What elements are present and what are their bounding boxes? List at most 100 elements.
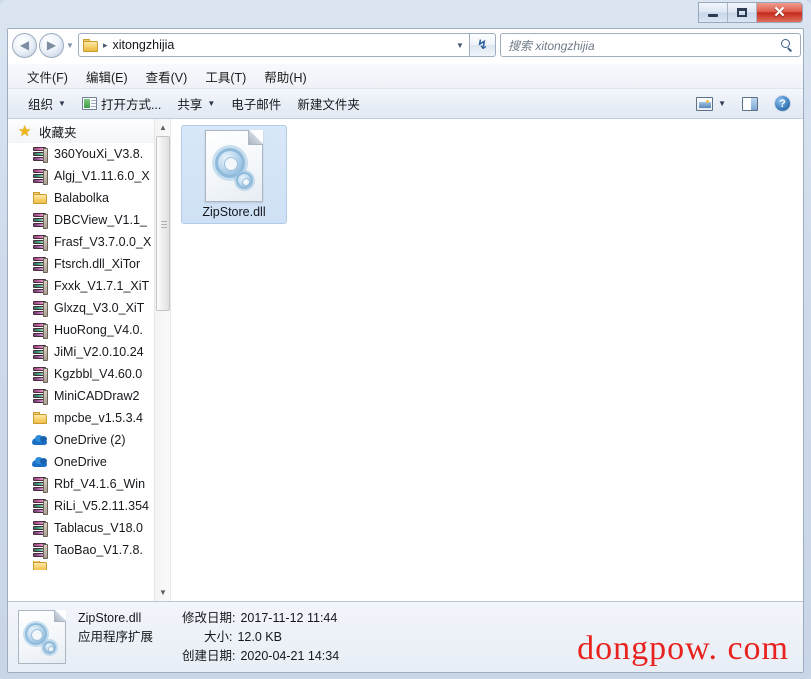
email-label: 电子邮件 (231, 98, 282, 112)
archive-icon (32, 256, 48, 273)
sidebar-item[interactable]: JiMi_V2.0.10.24 (8, 341, 170, 363)
archive-icon (32, 146, 48, 163)
sidebar-item[interactable]: HuoRong_V4.0. (8, 319, 170, 341)
sidebar-item-label: Balabolka (54, 191, 109, 205)
sidebar-item[interactable]: TaoBao_V1.7.8. (8, 539, 170, 561)
sidebar-item-label: Frasf_V3.7.0.0_X (54, 235, 152, 249)
command-toolbar: 组织 ▼ 打开方式... 共享 ▼ 电子邮件 新建文件夹 ▼ ? (8, 89, 803, 119)
new-folder-button[interactable]: 新建文件夹 (289, 90, 368, 117)
sidebar-scrollbar[interactable]: ▲ ▼ (154, 119, 170, 601)
nav-section-favorites[interactable]: ★ 收藏夹 (8, 119, 170, 143)
sidebar-item-label: HuoRong_V4.0. (54, 323, 143, 337)
sidebar-item[interactable]: DBCView_V1.1_ (8, 209, 170, 231)
menu-item-tools[interactable]: 工具(T) (196, 65, 255, 88)
scroll-down-button[interactable]: ▼ (155, 584, 170, 601)
sidebar-item[interactable]: Frasf_V3.7.0.0_X (8, 231, 170, 253)
details-size-value: 12.0 KB (237, 629, 282, 644)
dll-icon (205, 130, 263, 202)
open-with-icon (81, 97, 97, 110)
search-input[interactable]: 搜索 xitongzhijia (508, 37, 781, 54)
sidebar-item[interactable]: Ftsrch.dll_XiTor (8, 253, 170, 275)
file-item-zipstore[interactable]: ZipStore.dll (181, 125, 287, 224)
sidebar-item[interactable]: Tablacus_V18.0 (8, 517, 170, 539)
address-dropdown-icon[interactable]: ▼ (451, 33, 469, 57)
details-size-label: 大小: (204, 629, 233, 644)
open-with-button[interactable]: 打开方式... (74, 90, 169, 117)
details-row-created: 创建日期: 2020-04-21 14:34 (78, 647, 339, 666)
archive-icon (32, 168, 48, 185)
sidebar-item[interactable]: Algj_V1.11.6.0_X (8, 165, 170, 187)
address-bar[interactable]: ▸ xitongzhijia ▼ (78, 33, 470, 57)
archive-icon (32, 388, 48, 405)
minimize-icon (708, 14, 718, 17)
breadcrumb-separator-icon: ▸ (103, 39, 108, 50)
scroll-up-button[interactable]: ▲ (155, 119, 170, 136)
file-list-pane[interactable]: ZipStore.dll (171, 119, 803, 601)
sidebar-item-label: 360YouXi_V3.8. (54, 147, 144, 161)
organize-button[interactable]: 组织 ▼ (20, 90, 74, 117)
sidebar-item[interactable]: Balabolka (8, 187, 170, 209)
menu-item-help[interactable]: 帮助(H) (255, 65, 315, 88)
sidebar-item[interactable]: Kgzbbl_V4.60.0 (8, 363, 170, 385)
sidebar-item-label: RiLi_V5.2.11.354 (54, 499, 149, 513)
sidebar-item[interactable]: OneDrive (2) (8, 429, 170, 451)
sidebar-item-label: JiMi_V2.0.10.24 (54, 345, 144, 359)
preview-pane-button[interactable] (734, 93, 766, 115)
sidebar-item-label: Kgzbbl_V4.60.0 (54, 367, 143, 381)
share-button[interactable]: 共享 ▼ (169, 90, 223, 117)
details-file-type: 应用程序扩展 (78, 629, 154, 644)
sidebar-item-label: Fxxk_V1.7.1_XiT (54, 279, 150, 293)
back-button[interactable]: ◀ (12, 32, 37, 58)
cloud-icon (32, 455, 48, 469)
recent-locations-button[interactable]: ▼ (64, 33, 76, 58)
folder-icon (32, 561, 48, 570)
archive-icon (32, 476, 48, 493)
details-modified-value: 2017-11-12 11:44 (240, 610, 338, 625)
sidebar-item[interactable]: mpcbe_v1.5.3.4 (8, 407, 170, 429)
email-button[interactable]: 电子邮件 (223, 90, 289, 117)
navigation-bar: ◀ ▶ ▼ ▸ xitongzhijia ▼ ↯ 搜索 xitongzhijia (8, 30, 803, 60)
close-icon: ✕ (773, 4, 786, 21)
sidebar-item[interactable]: MiniCADDraw2 (8, 385, 170, 407)
refresh-button[interactable]: ↯ (470, 33, 496, 57)
breadcrumb-path[interactable]: xitongzhijia (113, 38, 175, 52)
file-name-label: ZipStore.dll (202, 205, 266, 219)
sidebar-item[interactable]: Glxzq_V3.0_XiT (8, 297, 170, 319)
scrollbar-thumb[interactable] (156, 136, 170, 311)
maximize-icon (737, 8, 747, 17)
cloud-icon (32, 433, 48, 447)
sidebar-item[interactable]: 360YouXi_V3.8. (8, 143, 170, 165)
sidebar-item-label: Rbf_V4.1.6_Win (54, 477, 146, 491)
folder-icon (32, 191, 48, 205)
sidebar-item[interactable]: RiLi_V5.2.11.354 (8, 495, 170, 517)
scrollbar-grip-icon (161, 220, 167, 228)
navigation-pane[interactable]: ★ 收藏夹 360YouXi_V3.8. Algj_V1.11.6.0_X Bala… (8, 119, 171, 601)
archive-icon (32, 278, 48, 295)
close-button[interactable]: ✕ (757, 3, 802, 22)
sidebar-item[interactable]: OneDrive (8, 451, 170, 473)
menu-item-file[interactable]: 文件(F) (18, 65, 77, 88)
sidebar-item-label: mpcbe_v1.5.3.4 (54, 411, 143, 425)
change-view-button[interactable]: ▼ (688, 93, 734, 115)
sidebar-item-label: MiniCADDraw2 (54, 389, 140, 403)
details-file-name: ZipStore.dll (78, 610, 142, 625)
menu-item-edit[interactable]: 编辑(E) (77, 65, 137, 88)
sidebar-item-partial[interactable] (8, 561, 170, 570)
archive-icon (32, 498, 48, 515)
maximize-button[interactable] (728, 3, 757, 22)
archive-icon (32, 322, 48, 339)
chevron-down-icon: ▼ (207, 99, 216, 108)
help-button[interactable]: ? (766, 91, 799, 116)
menu-item-view[interactable]: 查看(V) (137, 65, 197, 88)
minimize-button[interactable] (699, 3, 728, 22)
details-created-label: 创建日期: (182, 648, 236, 663)
archive-icon (32, 300, 48, 317)
sidebar-item-label: Glxzq_V3.0_XiT (54, 301, 145, 315)
details-text-block: ZipStore.dll 修改日期: 2017-11-12 11:44 应用程序… (78, 609, 339, 666)
search-box[interactable]: 搜索 xitongzhijia (500, 33, 801, 57)
window-controls: ✕ (698, 2, 803, 23)
sidebar-item[interactable]: Fxxk_V1.7.1_XiT (8, 275, 170, 297)
sidebar-item[interactable]: Rbf_V4.1.6_Win (8, 473, 170, 495)
forward-button[interactable]: ▶ (39, 32, 64, 58)
archive-icon (32, 366, 48, 383)
